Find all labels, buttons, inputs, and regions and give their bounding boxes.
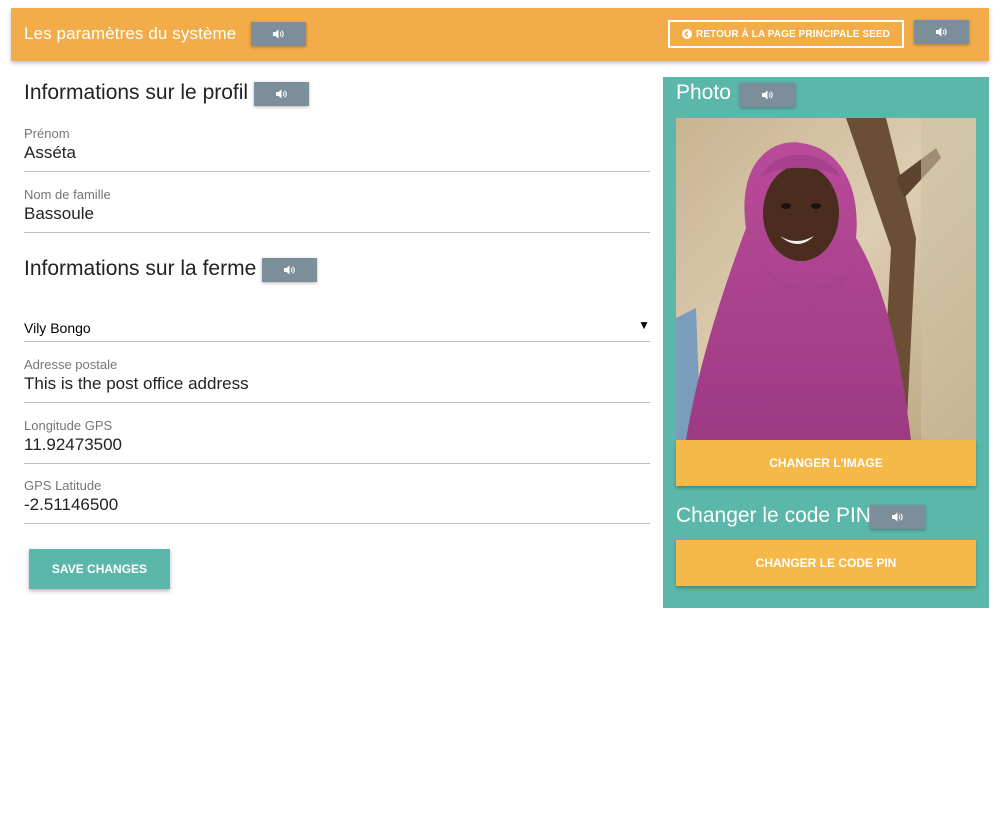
back-button-label: Retour à la page principale SEED [696,28,890,40]
photo-panel: Photo CHANGER L'IMAGE Changer le code PI… [663,77,989,608]
volume-icon [935,27,947,37]
last-name-field[interactable]: Nom de famille Bassoule [24,187,650,233]
postal-address-label: Adresse postale [24,357,118,372]
first-name-label: Prénom [24,126,70,141]
profile-photo-image [676,118,976,440]
volume-icon [272,29,284,39]
latitude-label: GPS Latitude [24,478,102,493]
last-name-label: Nom de famille [24,187,111,202]
profile-photo [676,118,976,440]
change-pin-title: Changer le code PIN [676,504,871,527]
app-header: Les paramètres du système Retour à la pa… [11,8,989,61]
first-name-field[interactable]: Prénom Asséta [24,126,650,172]
postal-address-field[interactable]: Adresse postale This is the post office … [24,357,650,403]
volume-icon [275,89,287,99]
page-title: Les paramètres du système [24,24,237,43]
photo-section-title: Photo [676,81,731,104]
longitude-field[interactable]: Longitude GPS 11.92473500 [24,418,650,464]
longitude-label: Longitude GPS [24,418,113,433]
village-select-value: Vily Bongo [24,320,91,336]
profile-audio-button[interactable] [254,82,309,106]
longitude-value[interactable]: 11.92473500 [24,435,650,455]
header-title-audio-button[interactable] [251,22,306,46]
dropdown-arrow-icon: ▼ [638,318,650,332]
volume-icon [891,512,903,522]
postal-address-value[interactable]: This is the post office address [24,374,650,394]
volume-icon [761,90,773,100]
profile-section-title: Informations sur le profil [24,81,249,104]
farm-audio-button[interactable] [262,258,317,282]
latitude-value[interactable]: -2.51146500 [24,495,650,515]
header-audio-button[interactable] [914,20,969,44]
change-pin-button[interactable]: Changer le code PIN [676,540,976,586]
back-to-main-button[interactable]: Retour à la page principale SEED [668,20,904,48]
latitude-field[interactable]: GPS Latitude -2.51146500 [24,478,650,524]
first-name-value[interactable]: Asséta [24,143,650,163]
village-select[interactable]: Vily Bongo ▼ [24,318,650,342]
change-image-button[interactable]: Changer l'image [676,440,976,486]
farm-section-title: Informations sur la ferme [24,257,257,280]
last-name-value[interactable]: Bassoule [24,204,650,224]
photo-audio-button[interactable] [740,83,795,107]
arrow-circle-left-icon [682,29,693,39]
pin-audio-button[interactable] [870,505,925,529]
volume-icon [283,265,295,275]
save-changes-button[interactable]: Save changes [29,549,170,589]
